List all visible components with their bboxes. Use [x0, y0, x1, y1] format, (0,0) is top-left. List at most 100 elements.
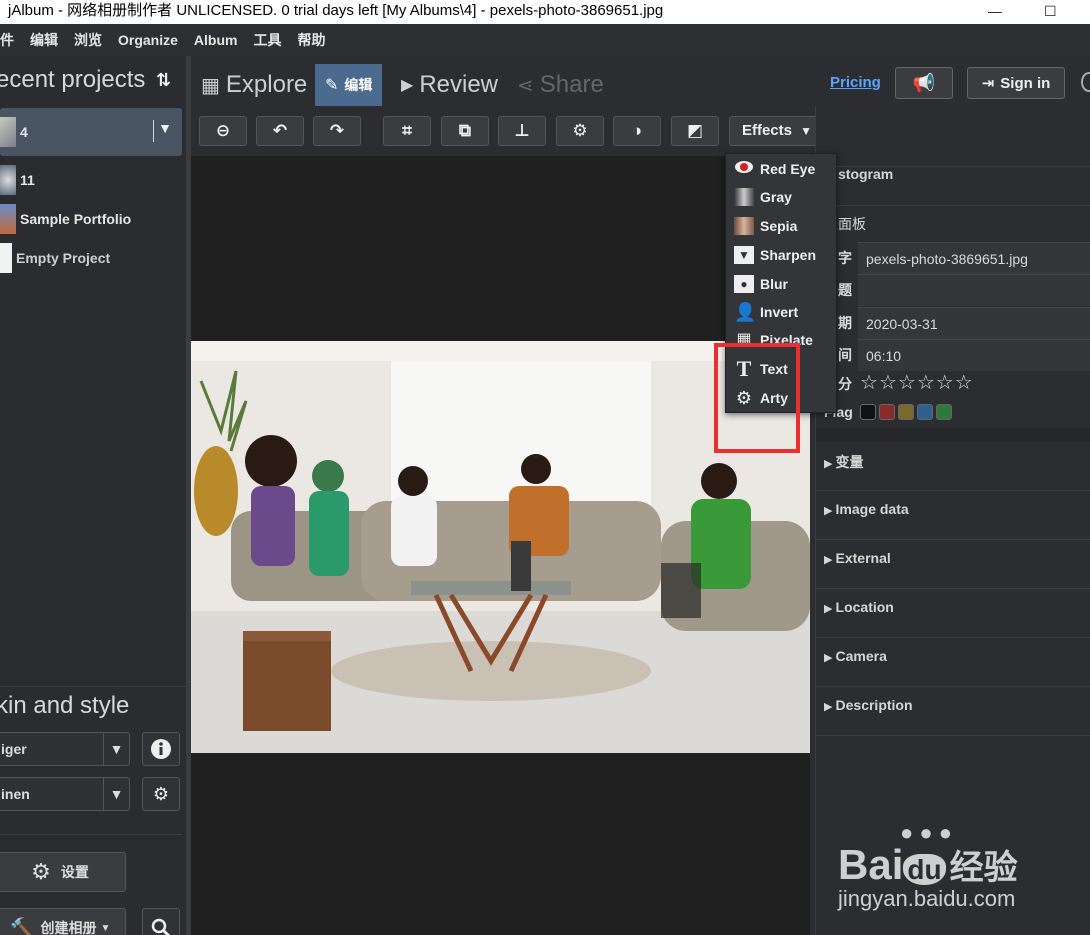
menu-organize[interactable]: Organize	[118, 32, 178, 48]
megaphone-icon: 📢	[912, 72, 936, 93]
gear-icon: ⚙	[572, 121, 588, 140]
share-icon: ⋖	[517, 74, 534, 97]
rotate-right-icon: ↷	[329, 121, 345, 140]
eye-icon	[734, 160, 754, 178]
sort-icon[interactable]: ⇅	[156, 70, 171, 91]
rating-star[interactable]: ☆	[879, 372, 898, 394]
menu-file[interactable]: 件	[0, 30, 14, 50]
rating-star[interactable]: ☆	[860, 372, 879, 394]
adjust-button[interactable]: ⚙	[556, 116, 604, 146]
main-panel-section[interactable]: 主面板	[816, 214, 1090, 234]
effects-button[interactable]: Effects ▼	[729, 116, 825, 146]
pencil-icon: ✎	[325, 77, 339, 94]
help-icon[interactable]	[1081, 72, 1090, 92]
rotate-right-button[interactable]: ↷	[313, 116, 361, 146]
section-5[interactable]: ▶ Description	[816, 687, 1090, 736]
menu-item-red-eye[interactable]: Red Eye	[734, 156, 815, 182]
filename-field[interactable]: pexels-photo-3869651.jpg	[858, 242, 1090, 274]
pricing-link[interactable]: Pricing	[830, 74, 881, 91]
section-1[interactable]: ▶ Image data	[816, 491, 1090, 540]
menu-item-gray[interactable]: Gray	[734, 184, 792, 210]
straighten-button[interactable]: ⊥	[498, 116, 546, 146]
zoom-out-button[interactable]: ⊖	[199, 116, 247, 146]
chevron-down-icon[interactable]: ▼	[158, 120, 172, 136]
tab-explore[interactable]: ▦ Explore	[201, 64, 307, 106]
section-4[interactable]: ▶ Camera	[816, 638, 1090, 687]
menu-album[interactable]: Album	[194, 32, 238, 48]
menu-help[interactable]: 帮助	[297, 30, 325, 50]
annotation-highlight-box	[714, 343, 800, 453]
time-field[interactable]: 06:10	[858, 339, 1090, 371]
exposure-button[interactable]: ◩	[671, 116, 719, 146]
flag-color-swatch[interactable]	[936, 404, 952, 420]
project-item[interactable]: Empty Project	[0, 240, 182, 276]
project-item[interactable]: 11	[0, 162, 182, 198]
flag-color-swatch[interactable]	[917, 404, 933, 420]
sign-in-icon: ⇥	[981, 75, 995, 92]
title-field[interactable]	[858, 274, 1090, 306]
sign-in-button[interactable]: ⇥ Sign in	[967, 67, 1065, 99]
person-icon: 👤	[734, 302, 757, 322]
rating-label: 分	[838, 376, 852, 392]
field-filename: 字 pexels-photo-3869651.jpg	[816, 242, 1090, 274]
tab-edit[interactable]: ✎ 编辑	[315, 64, 383, 106]
date-field[interactable]: 2020-03-31	[858, 307, 1090, 339]
skin-select[interactable]: iger ▼	[0, 732, 130, 766]
maximize-button[interactable]: ☐	[1044, 0, 1057, 22]
minus-circle-icon: ⊖	[215, 121, 231, 140]
menu-item-sepia[interactable]: Sepia	[734, 213, 797, 239]
left-panel: ecent projects ⇅ 4 ▼ 11 Sample Portfolio…	[0, 56, 186, 935]
skin-style-header: kin and style	[0, 692, 130, 719]
project-name: Sample Portfolio	[20, 211, 132, 227]
field-date: 期 2020-03-31	[816, 307, 1090, 339]
flag-color-swatch[interactable]	[879, 404, 895, 420]
menu-browse[interactable]: 浏览	[74, 30, 102, 50]
project-thumbnail	[0, 204, 16, 234]
section-2[interactable]: ▶ External	[816, 540, 1090, 589]
field-title: 题	[816, 274, 1090, 306]
skin-settings-button[interactable]: ⚙	[142, 777, 180, 811]
exposure-icon: ◩	[686, 121, 704, 140]
menu-item-blur[interactable]: ● Blur	[734, 271, 788, 297]
search-button[interactable]	[142, 908, 180, 935]
menu-item-invert[interactable]: 👤 Invert	[734, 299, 798, 325]
tab-review[interactable]: ▶ Review	[401, 64, 498, 106]
rating-star[interactable]: ☆	[955, 372, 974, 394]
perspective-button[interactable]: ⧉	[441, 116, 489, 146]
tab-share[interactable]: ⋖ Share	[517, 64, 604, 106]
project-item[interactable]: Sample Portfolio	[0, 201, 182, 237]
chevron-down-icon[interactable]: ▼	[103, 778, 129, 810]
settings-button[interactable]: ⚙ 设置	[0, 852, 126, 892]
menu-tools[interactable]: 工具	[253, 30, 281, 50]
flag-color-swatch[interactable]	[860, 404, 876, 420]
flag-colors	[860, 404, 955, 420]
gear-icon: ⚙	[31, 859, 51, 884]
section-0[interactable]: ▶ 变量	[816, 442, 1090, 491]
minimize-button[interactable]: —	[988, 0, 1002, 22]
histogram-section[interactable]: Histogram	[816, 166, 1090, 182]
rating-star[interactable]: ☆	[898, 372, 917, 394]
project-item-selected[interactable]: 4 ▼	[0, 108, 182, 156]
chevron-down-icon: ▼	[800, 124, 813, 138]
rating-star[interactable]: ☆	[917, 372, 936, 394]
section-3[interactable]: ▶ Location	[816, 589, 1090, 638]
menu-edit[interactable]: 编辑	[30, 30, 58, 50]
rating-star[interactable]: ☆	[936, 372, 955, 394]
rotate-left-button[interactable]: ↶	[256, 116, 304, 146]
info-button[interactable]	[142, 732, 180, 766]
contrast-button[interactable]: ◑	[613, 116, 661, 146]
rating-stars[interactable]: ☆☆☆☆☆☆	[860, 370, 974, 395]
image-canvas[interactable]	[191, 156, 810, 935]
style-select[interactable]: inen ▼	[0, 777, 130, 811]
menu-item-sharpen[interactable]: ▼ Sharpen	[734, 242, 816, 268]
level-icon: ⊥	[514, 121, 530, 140]
hammer-icon: 🔨	[9, 917, 35, 935]
create-album-button[interactable]: 🔨 创建相册 ▼	[0, 908, 126, 935]
project-name: 11	[20, 172, 35, 188]
chevron-down-icon[interactable]: ▼	[103, 733, 129, 765]
search-icon	[151, 918, 171, 935]
announcements-button[interactable]: 📢	[895, 67, 953, 99]
crop-button[interactable]: ⌗	[383, 116, 431, 146]
gear-icon: ⚙	[152, 784, 170, 804]
flag-color-swatch[interactable]	[898, 404, 914, 420]
